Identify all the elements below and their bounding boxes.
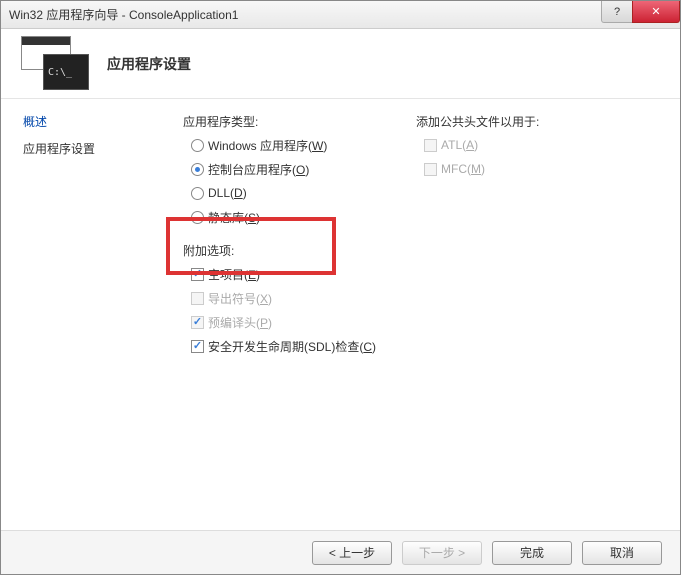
wizard-window: Win32 应用程序向导 - ConsoleApplication1 ? ✕ C… xyxy=(0,0,681,575)
prev-button[interactable]: < 上一步 xyxy=(312,541,392,565)
left-column: 应用程序类型: Windows 应用程序(W) 控制台应用程序(O) DLL(D… xyxy=(183,113,376,530)
radio-icon xyxy=(191,211,204,224)
checkbox-mfc: MFC(M) xyxy=(416,160,539,178)
right-column: 添加公共头文件以用于: ATL(A) MFC(M) xyxy=(416,113,539,530)
help-icon: ? xyxy=(614,6,620,18)
radio-dll[interactable]: DLL(D) xyxy=(183,184,376,202)
radio-windows-app[interactable]: Windows 应用程序(W) xyxy=(183,136,376,154)
nav-overview[interactable]: 概述 xyxy=(23,113,153,130)
radio-icon xyxy=(191,187,204,200)
main-area: 概述 应用程序设置 应用程序类型: Windows 应用程序(W) 控制台应用程… xyxy=(1,99,680,530)
checkbox-icon xyxy=(424,163,437,176)
console-icon: C:\_ xyxy=(43,54,89,90)
radio-static-lib[interactable]: 静态库(S) xyxy=(183,208,376,226)
checkbox-empty-project[interactable]: 空项目(E) xyxy=(183,265,376,283)
checkbox-icon xyxy=(424,139,437,152)
checkbox-icon xyxy=(191,292,204,305)
additional-options-label: 附加选项: xyxy=(183,242,376,259)
checkbox-icon xyxy=(191,340,204,353)
page-title: 应用程序设置 xyxy=(107,54,191,74)
checkbox-export-symbols: 导出符号(X) xyxy=(183,289,376,307)
titlebar: Win32 应用程序向导 - ConsoleApplication1 ? ✕ xyxy=(1,1,680,29)
checkbox-icon xyxy=(191,316,204,329)
nav-settings: 应用程序设置 xyxy=(23,140,153,157)
checkbox-precompiled-header: 预编译头(P) xyxy=(183,313,376,331)
common-headers-label: 添加公共头文件以用于: xyxy=(416,113,539,130)
footer: < 上一步 下一步 > 完成 取消 xyxy=(1,530,680,574)
close-icon: ✕ xyxy=(651,5,660,18)
titlebar-buttons: ? ✕ xyxy=(602,1,680,28)
app-icon: C:\_ xyxy=(21,36,91,91)
app-type-label: 应用程序类型: xyxy=(183,113,376,130)
radio-console-app[interactable]: 控制台应用程序(O) xyxy=(183,160,376,178)
close-button[interactable]: ✕ xyxy=(632,1,680,23)
nav-sidebar: 概述 应用程序设置 xyxy=(23,113,153,530)
cancel-button[interactable]: 取消 xyxy=(582,541,662,565)
checkbox-icon xyxy=(191,268,204,281)
radio-icon xyxy=(191,139,204,152)
next-button: 下一步 > xyxy=(402,541,482,565)
checkbox-sdl-check[interactable]: 安全开发生命周期(SDL)检查(C) xyxy=(183,337,376,355)
radio-icon xyxy=(191,163,204,176)
help-button[interactable]: ? xyxy=(601,1,633,23)
banner: C:\_ 应用程序设置 xyxy=(1,29,680,99)
finish-button[interactable]: 完成 xyxy=(492,541,572,565)
content-area: C:\_ 应用程序设置 概述 应用程序设置 应用程序类型: Windows 应用… xyxy=(1,29,680,574)
form-area: 应用程序类型: Windows 应用程序(W) 控制台应用程序(O) DLL(D… xyxy=(183,113,658,530)
checkbox-atl: ATL(A) xyxy=(416,136,539,154)
window-title: Win32 应用程序向导 - ConsoleApplication1 xyxy=(9,6,602,23)
